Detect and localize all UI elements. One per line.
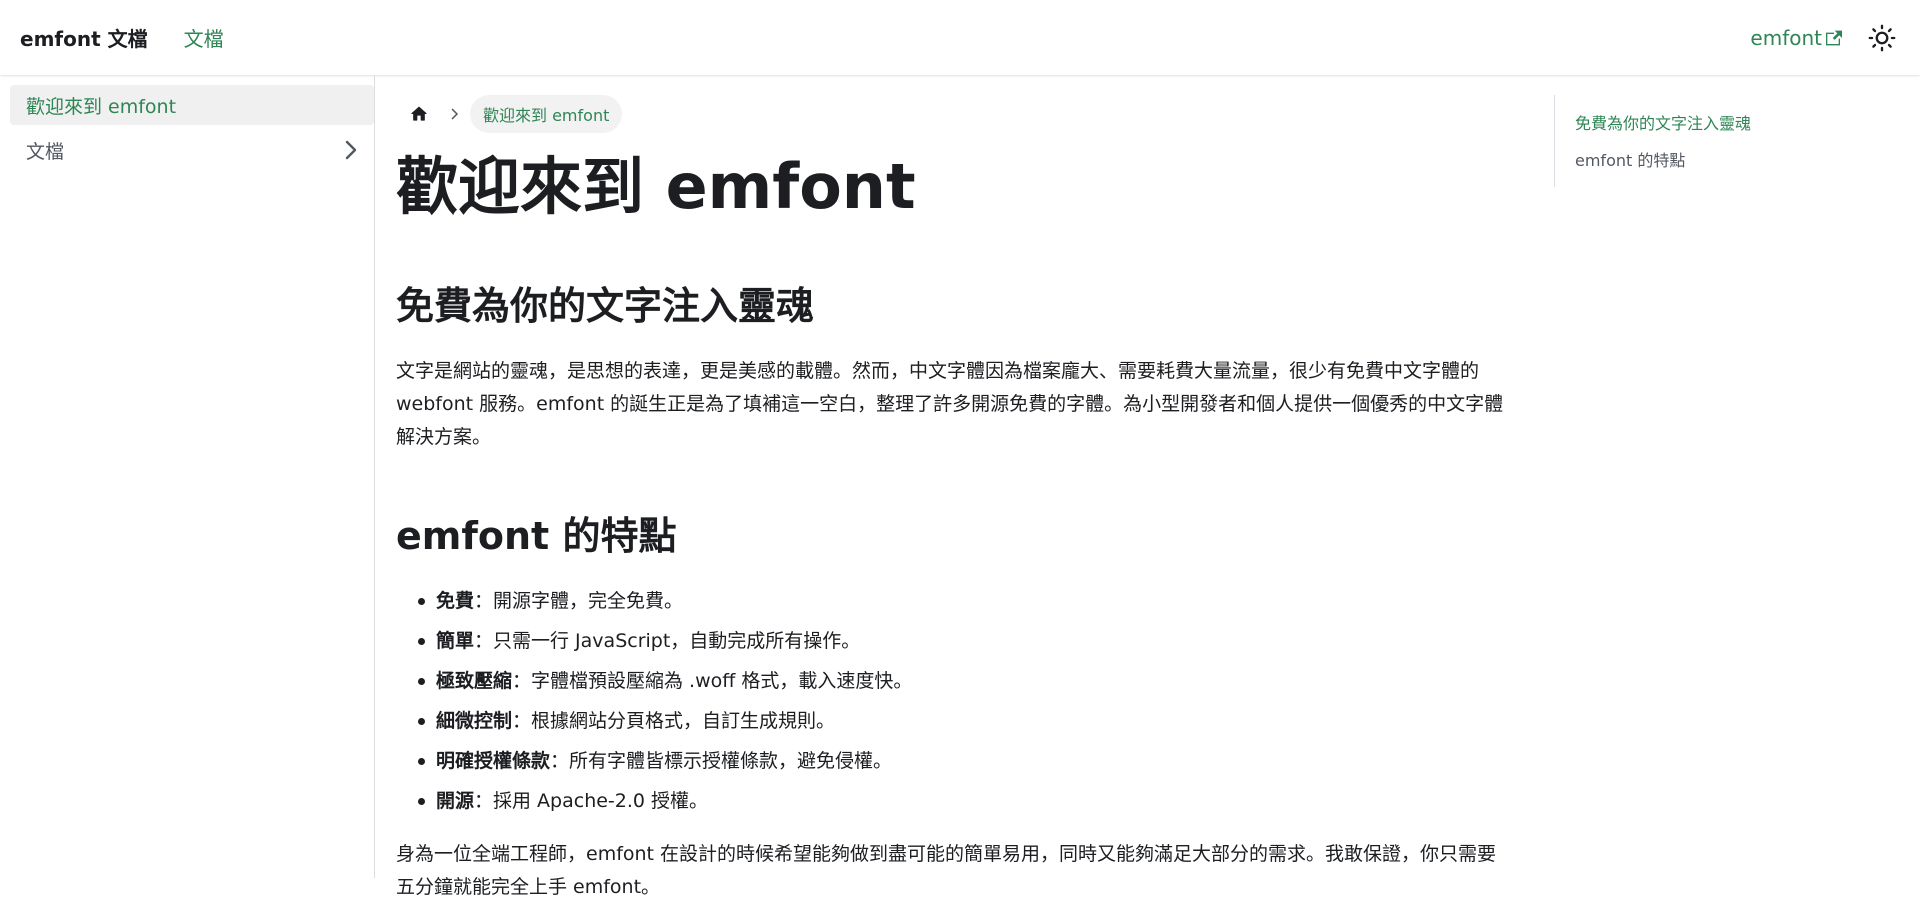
feature-term: 開源: [436, 790, 475, 812]
sidebar-item-label: 文檔: [26, 140, 65, 163]
breadcrumb: 歡迎來到 emfont: [396, 95, 1514, 133]
feature-desc: ：字體檔預設壓縮為 .woff 格式，載入速度快。: [512, 670, 913, 692]
feature-term: 細微控制: [436, 710, 513, 732]
list-item: 免費：開源字體，完全免費。: [418, 585, 1514, 617]
main-content: 歡迎來到 emfont 歡迎來到 emfont 免費為你的文字注入靈魂 文字是網…: [396, 95, 1514, 904]
external-link-label: emfont: [1750, 25, 1822, 50]
feature-term: 免費: [436, 590, 475, 612]
toc-item-features[interactable]: emfont 的特點: [1575, 150, 1894, 172]
table-of-contents: 免費為你的文字注入靈魂 emfont 的特點: [1554, 95, 1894, 187]
docs-sidebar: 歡迎來到 emfont 文檔: [0, 75, 375, 878]
home-icon[interactable]: [396, 95, 442, 133]
section-heading-features: emfont 的特點: [396, 514, 677, 558]
chevron-right-icon[interactable]: [344, 139, 358, 161]
breadcrumb-current[interactable]: 歡迎來到 emfont: [470, 95, 623, 133]
feature-term: 極致壓縮: [436, 670, 513, 692]
nav-link-docs[interactable]: 文檔: [184, 23, 224, 52]
feature-term: 簡單: [436, 630, 475, 652]
toc-item-free[interactable]: 免費為你的文字注入靈魂: [1575, 113, 1894, 135]
feature-desc: ：根據網站分頁格式，自訂生成規則。: [512, 710, 836, 732]
navbar-right: emfont: [1750, 20, 1900, 56]
list-item: 明確授權條款：所有字體皆標示授權條款，避免侵權。: [418, 745, 1514, 777]
sun-icon: [1868, 24, 1896, 51]
brand-title[interactable]: emfont 文檔: [20, 23, 148, 52]
feature-term: 明確授權條款: [436, 750, 551, 772]
sidebar-item-welcome[interactable]: 歡迎來到 emfont: [10, 85, 374, 125]
feature-desc: ：開源字體，完全免費。: [474, 590, 684, 612]
closing-paragraph: 身為一位全端工程師，emfont 在設計的時候希望能夠做到盡可能的簡單易用，同時…: [396, 843, 1497, 898]
feature-desc: ：只需一行 JavaScript，自動完成所有操作。: [474, 630, 861, 652]
section-heading-free: 免費為你的文字注入靈魂: [396, 284, 815, 328]
feature-desc: ：採用 Apache-2.0 授權。: [474, 790, 709, 812]
list-item: 細微控制：根據網站分頁格式，自訂生成規則。: [418, 705, 1514, 737]
list-item: 開源：採用 Apache-2.0 授權。: [418, 785, 1514, 817]
feature-list: 免費：開源字體，完全免費。 簡單：只需一行 JavaScript，自動完成所有操…: [396, 585, 1514, 817]
list-item: 極致壓縮：字體檔預設壓縮為 .woff 格式，載入速度快。: [418, 665, 1514, 697]
theme-toggle-button[interactable]: [1864, 20, 1900, 56]
emfont-external-link[interactable]: emfont: [1750, 26, 1842, 50]
sidebar-item-docs[interactable]: 文檔: [10, 130, 374, 170]
top-navbar: emfont 文檔 文檔 emfont: [0, 0, 1920, 75]
list-item: 簡單：只需一行 JavaScript，自動完成所有操作。: [418, 625, 1514, 657]
feature-desc: ：所有字體皆標示授權條款，避免侵權。: [550, 750, 893, 772]
sidebar-item-label: 歡迎來到 emfont: [26, 95, 177, 118]
external-link-icon: [1826, 30, 1842, 45]
page-title: 歡迎來到 emfont: [396, 150, 916, 223]
breadcrumb-separator-icon: [450, 107, 460, 121]
intro-paragraph: 文字是網站的靈魂，是思想的表達，更是美感的載體。然而，中文字體因為檔案龐大、需要…: [396, 360, 1504, 448]
